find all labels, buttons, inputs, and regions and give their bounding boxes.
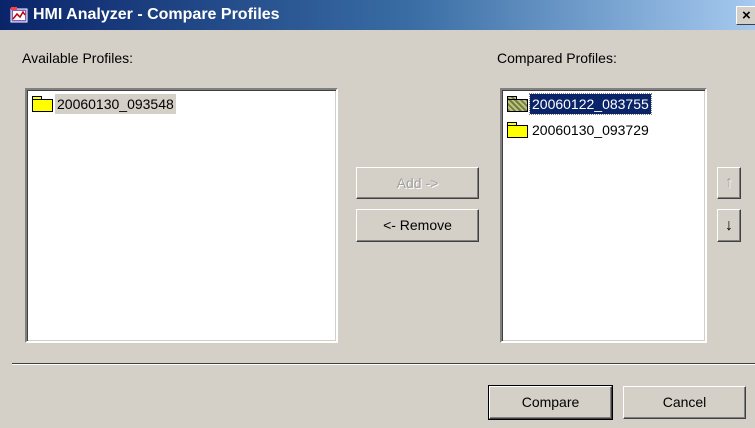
add-button[interactable]: Add -> xyxy=(356,167,479,199)
move-down-button[interactable]: ↓ xyxy=(717,209,741,242)
move-up-button[interactable]: ↑ xyxy=(717,167,741,199)
separator-line xyxy=(12,363,755,365)
list-item[interactable]: 20060130_093548 xyxy=(31,94,176,114)
compare-button[interactable]: Compare xyxy=(488,385,613,420)
list-item[interactable]: 20060130_093729 xyxy=(506,120,651,140)
folder-icon xyxy=(31,96,53,112)
window-title: HMI Analyzer - Compare Profiles xyxy=(33,6,280,23)
folder-icon xyxy=(506,122,528,138)
arrow-up-icon: ↑ xyxy=(725,174,733,191)
title-bar: HMI Analyzer - Compare Profiles × xyxy=(0,0,755,30)
available-profiles-list[interactable]: 20060130_093548 xyxy=(25,88,338,343)
list-item[interactable]: 20060122_083755 xyxy=(506,93,652,115)
close-icon: × xyxy=(742,7,751,24)
available-profiles-label: Available Profiles: xyxy=(22,50,134,66)
remove-button[interactable]: <- Remove xyxy=(356,209,479,242)
close-button[interactable]: × xyxy=(736,6,755,25)
arrow-down-icon: ↓ xyxy=(725,217,733,234)
compared-profiles-list[interactable]: 20060122_083755 20060130_093729 xyxy=(500,88,707,343)
folder-icon xyxy=(506,96,528,112)
cancel-button[interactable]: Cancel xyxy=(623,386,746,419)
compared-profiles-label: Compared Profiles: xyxy=(497,50,617,66)
hmi-analyzer-app-icon xyxy=(10,7,28,23)
